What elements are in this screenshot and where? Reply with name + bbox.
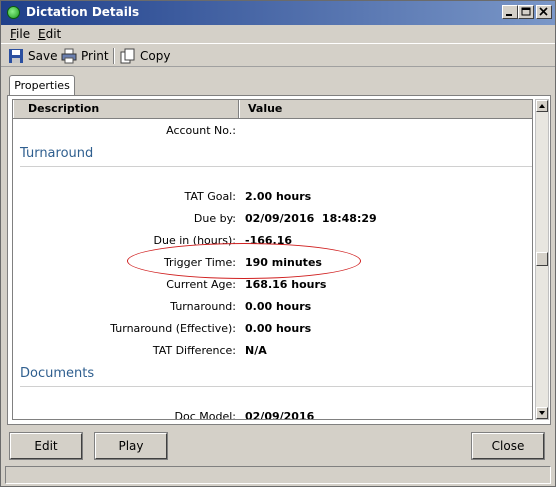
property-row[interactable]: Account No.: — [13, 122, 532, 140]
property-row[interactable]: Turnaround (Effective): 0.00 hours — [13, 320, 532, 338]
close-button[interactable]: Close — [472, 433, 544, 459]
property-label: Turnaround: — [170, 300, 236, 313]
property-value: 168.16 hours — [245, 278, 327, 291]
maximize-icon — [521, 7, 531, 16]
menu-edit[interactable]: Edit — [38, 27, 61, 41]
edit-button[interactable]: Edit — [10, 433, 82, 459]
property-label: Due by: — [193, 212, 236, 225]
save-icon — [9, 49, 23, 63]
section-divider — [20, 386, 532, 387]
property-row[interactable]: TAT Difference: N/A — [13, 342, 532, 360]
property-label: TAT Difference: — [152, 344, 236, 357]
toolbar-separator — [113, 48, 115, 64]
tab-properties[interactable]: Properties — [9, 75, 75, 97]
menu-bar: File Edit — [1, 25, 555, 43]
window-title: Dictation Details — [26, 5, 140, 19]
minimize-icon — [506, 14, 512, 16]
section-divider — [20, 166, 532, 167]
property-row[interactable]: Doc Model: 02/09/2016 — [13, 408, 532, 420]
close-window-button[interactable] — [536, 5, 552, 19]
property-row[interactable]: Current Age: 168.16 hours — [13, 276, 532, 294]
section-turnaround: Turnaround — [20, 146, 94, 161]
app-status-icon — [7, 6, 20, 19]
property-value: 0.00 hours — [245, 300, 312, 313]
trigger-time-highlight-ellipse — [127, 243, 361, 279]
property-value: 02/09/2016 18:48:29 — [245, 212, 377, 225]
property-label: Doc Model: — [174, 410, 236, 420]
property-row[interactable]: Turnaround: 0.00 hours — [13, 298, 532, 316]
minimize-button[interactable] — [502, 5, 518, 19]
print-button[interactable]: Print — [61, 47, 109, 65]
vertical-scrollbar[interactable] — [535, 99, 549, 420]
title-bar[interactable]: Dictation Details — [1, 1, 555, 25]
scroll-down-icon — [539, 411, 545, 415]
property-value: N/A — [245, 344, 267, 357]
close-icon — [539, 7, 548, 16]
scroll-up-icon — [539, 104, 545, 108]
copy-icon — [120, 48, 135, 64]
property-label: Account No.: — [166, 124, 236, 137]
maximize-button[interactable] — [518, 5, 534, 19]
status-bar — [5, 466, 551, 484]
property-row[interactable]: TAT Goal: 2.00 hours — [13, 188, 532, 206]
property-label: TAT Goal: — [184, 190, 236, 203]
menu-file[interactable]: File — [10, 27, 30, 41]
scroll-thumb[interactable] — [536, 252, 548, 266]
property-label: Current Age: — [166, 278, 236, 291]
property-value: 2.00 hours — [245, 190, 312, 203]
save-button[interactable]: Save — [8, 47, 57, 65]
column-description[interactable]: Description — [13, 100, 239, 118]
section-documents: Documents — [20, 366, 95, 381]
property-value: 02/09/2016 — [245, 410, 315, 420]
dictation-details-window: Dictation Details File Edit Save Print C… — [0, 0, 556, 487]
property-row[interactable]: Due by: 02/09/2016 18:48:29 — [13, 210, 532, 228]
column-value[interactable]: Value — [239, 100, 532, 118]
print-icon — [61, 48, 77, 64]
property-value: 0.00 hours — [245, 322, 312, 335]
grid-header: Description Value — [13, 100, 532, 119]
toolbar: Save Print Copy — [1, 43, 555, 67]
copy-button[interactable]: Copy — [120, 47, 170, 65]
scroll-up-button[interactable] — [536, 100, 548, 112]
play-button[interactable]: Play — [95, 433, 167, 459]
property-label: Turnaround (Effective): — [110, 322, 236, 335]
scroll-down-button[interactable] — [536, 407, 548, 419]
